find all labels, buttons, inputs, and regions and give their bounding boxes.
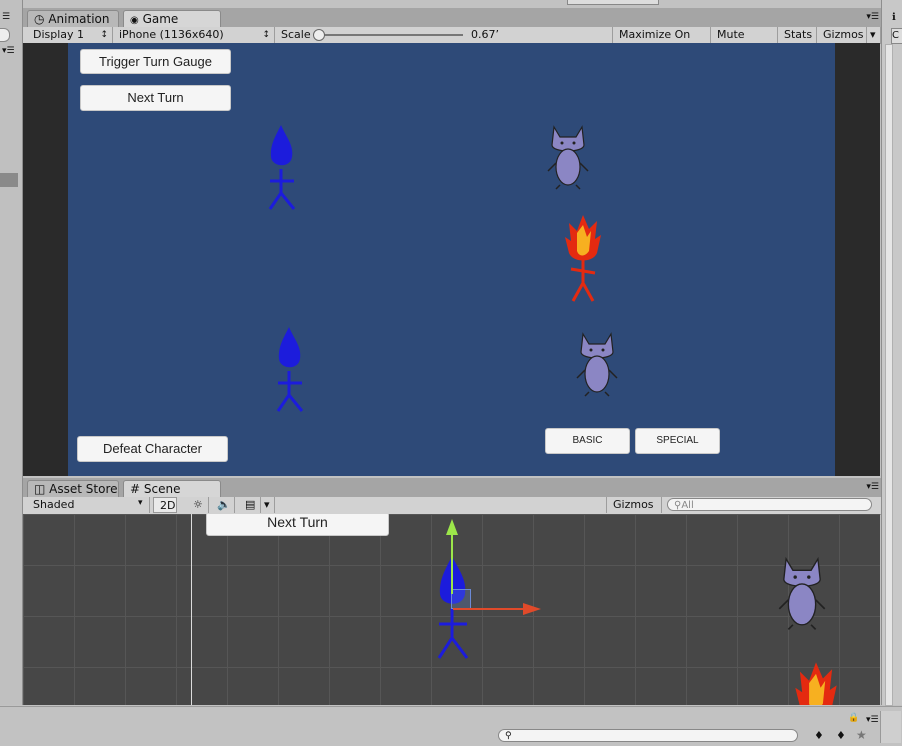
- effects-dropdown-arrow[interactable]: ▾: [261, 497, 275, 513]
- favorites-star-icon[interactable]: ★: [856, 728, 867, 742]
- trigger-turn-gauge-button[interactable]: Trigger Turn Gauge: [80, 49, 231, 74]
- effects-toggle[interactable]: ▤: [239, 497, 261, 513]
- 2d-mode-toggle[interactable]: 2D: [153, 497, 177, 513]
- tab-animation[interactable]: ◷ Animation: [27, 10, 119, 27]
- display-dropdown[interactable]: Display 1: [27, 27, 113, 43]
- tab-label: Animation: [48, 12, 110, 26]
- game-tab-bar: ◷ Animation ◉ Game ▾☰: [23, 8, 881, 27]
- lock-icon[interactable]: 🔒: [848, 713, 859, 723]
- move-gizmo-y-axis[interactable]: [451, 532, 453, 594]
- panel-menu-icon[interactable]: ▾☰: [866, 12, 879, 22]
- audio-toggle[interactable]: 🔈: [211, 497, 235, 513]
- scale-slider-thumb[interactable]: [313, 29, 325, 41]
- game-toolbar: Display 1 iPhone (1136x640) Scale 0.67’ …: [23, 27, 881, 57]
- info-icon[interactable]: ℹ: [892, 12, 896, 23]
- bag-icon: ◫: [34, 482, 46, 496]
- resolution-dropdown[interactable]: iPhone (1136x640): [113, 27, 275, 43]
- move-gizmo-x-axis[interactable]: [453, 608, 525, 610]
- speaker-icon: 🔈: [217, 498, 231, 511]
- cat-enemy-sprite[interactable]: [575, 330, 619, 398]
- move-gizmo-y-arrow-icon[interactable]: [446, 519, 458, 535]
- right-panel-strip: ℹ C: [881, 0, 902, 706]
- panel-menu-icon[interactable]: ▾☰: [866, 482, 879, 492]
- scene-next-turn-button[interactable]: Next Turn: [206, 514, 389, 536]
- project-search-input[interactable]: ⚲: [498, 729, 798, 742]
- search-field-edge[interactable]: [0, 28, 10, 42]
- fire-enemy-sprite[interactable]: [563, 213, 603, 305]
- right-panel-button[interactable]: C: [891, 28, 902, 44]
- panel-menu-icon[interactable]: ☰: [2, 12, 10, 22]
- tab-scene[interactable]: # Scene: [123, 480, 221, 497]
- bottom-right-scroll[interactable]: [880, 711, 901, 743]
- image-icon: ▤: [245, 498, 256, 511]
- lighting-toggle[interactable]: ☼: [187, 497, 209, 513]
- cat-enemy-sprite[interactable]: [546, 123, 590, 191]
- game-view-frame: Trigger Turn Gauge Next Turn Defeat Char…: [23, 43, 880, 476]
- filter-by-type-icon[interactable]: ♦: [814, 729, 824, 742]
- basic-attack-button[interactable]: BASIC: [545, 428, 630, 454]
- selection-rect-handle[interactable]: [451, 589, 471, 609]
- scale-value: 0.67’: [471, 28, 499, 41]
- tab-label: Asset Store: [49, 482, 118, 496]
- fire-enemy-sprite[interactable]: [793, 660, 839, 705]
- tab-asset-store[interactable]: ◫ Asset Store: [27, 480, 119, 497]
- tab-label: Scene: [143, 482, 181, 496]
- sun-icon: ☼: [193, 498, 203, 511]
- scene-gizmos-dropdown[interactable]: Gizmos ▾: [606, 497, 662, 527]
- gizmos-label: Gizmos: [613, 498, 654, 511]
- player-character-sprite[interactable]: [264, 123, 300, 215]
- top-window-controls: [567, 0, 659, 5]
- tab-game[interactable]: ◉ Game: [123, 10, 221, 27]
- scale-slider-track[interactable]: [319, 34, 463, 36]
- cat-enemy-sprite[interactable]: [777, 552, 827, 634]
- panel-menu-icon[interactable]: ▾☰: [866, 715, 879, 725]
- gizmos-toggle[interactable]: Gizmos: [817, 27, 867, 43]
- mute-audio-toggle[interactable]: Mute Audio: [711, 27, 778, 57]
- scroll-indicator[interactable]: [0, 173, 18, 187]
- scene-toolbar: Shaded ▾ 2D ☼ 🔈 ▤ ▾ Gizmos ▾ ⚲All: [23, 497, 881, 527]
- scene-viewport[interactable]: Next Turn: [23, 514, 880, 705]
- defeat-character-button[interactable]: Defeat Character: [77, 436, 228, 462]
- left-panel-strip: ☰ ▾☰: [0, 0, 23, 705]
- filter-by-label-icon[interactable]: ♦: [836, 729, 846, 742]
- maximize-on-play-toggle[interactable]: Maximize On Play: [612, 27, 711, 57]
- shading-mode-dropdown[interactable]: Shaded: [27, 497, 150, 513]
- game-viewport[interactable]: Trigger Turn Gauge Next Turn Defeat Char…: [68, 43, 835, 476]
- scale-label: Scale: [281, 28, 311, 41]
- game-controller-icon: ◉: [130, 15, 139, 26]
- camera-bounds-line: [191, 514, 192, 705]
- next-turn-button[interactable]: Next Turn: [80, 85, 231, 111]
- scene-tab-bar: ◫ Asset Store # Scene ▾☰: [23, 478, 881, 497]
- grid-hash-icon: #: [130, 482, 141, 496]
- status-bar: 🔒 ▾☰ ⚲ ♦ ♦ ★: [0, 706, 902, 746]
- player-character-sprite[interactable]: [272, 325, 308, 417]
- right-scrollbar[interactable]: [885, 44, 893, 706]
- chevron-down-icon[interactable]: ▾: [138, 498, 143, 508]
- dropdown-icon[interactable]: ▾☰: [2, 46, 15, 56]
- scene-search-input[interactable]: ⚲All: [667, 498, 872, 511]
- clock-icon: ◷: [34, 12, 45, 26]
- gizmos-dropdown-arrow[interactable]: ▾: [867, 27, 881, 43]
- search-placeholder: All: [681, 500, 694, 511]
- move-gizmo-x-arrow-icon[interactable]: [523, 603, 541, 615]
- special-attack-button[interactable]: SPECIAL: [635, 428, 720, 454]
- stats-toggle[interactable]: Stats: [778, 27, 817, 43]
- search-icon: ⚲: [505, 731, 512, 741]
- tab-label: Game: [142, 12, 179, 26]
